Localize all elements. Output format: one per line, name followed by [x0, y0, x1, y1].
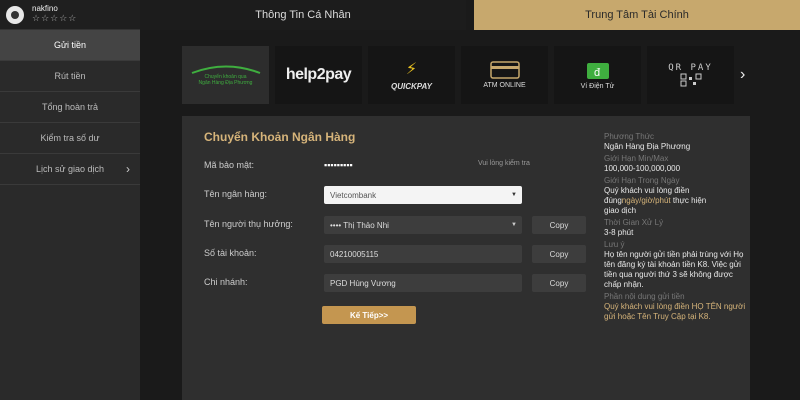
daily-limit-key: Giới Hạn Trong Ngày [604, 176, 680, 185]
daily-limit-line1: Quý khách vui lòng điền [604, 186, 690, 195]
rating-stars: ☆☆☆☆☆ [32, 13, 78, 23]
method-label: ATM ONLINE [483, 82, 526, 89]
method-local-bank[interactable]: Chuyển khoản qua Ngân Hàng Địa Phương [182, 46, 269, 104]
sidebar-item-label: Kiểm tra số dư [40, 133, 100, 143]
user-box: nakfino ☆☆☆☆☆ [0, 0, 140, 30]
method-atm-online[interactable]: ATM ONLINE [461, 46, 548, 104]
sidebar-item-history[interactable]: Lịch sử giao dịch › [0, 154, 140, 185]
avatar[interactable] [6, 5, 24, 24]
svg-text:đ: đ [594, 67, 601, 79]
sidebar: nakfino ☆☆☆☆☆ Gửi tiền Rút tiền Tổng hoà… [0, 0, 140, 400]
sidebar-item-withdraw[interactable]: Rút tiền [0, 61, 140, 92]
daily-limit-part-a: đúng [604, 196, 622, 205]
account-number-field[interactable]: 04210005115 [324, 245, 522, 263]
security-code-hint: Vui lòng kiểm tra [478, 160, 530, 167]
copy-branch-button[interactable]: Copy [532, 274, 586, 292]
username: nakfino [32, 4, 58, 13]
chevron-right-icon: › [126, 162, 130, 176]
method-label: QUICKPAY [390, 82, 433, 91]
limit-key: Giới Hạn Min/Max [604, 154, 669, 163]
chevron-down-icon: ▼ [511, 192, 517, 198]
content-value: Quý khách vui lòng điền HỌ TÊN người gửi… [604, 302, 746, 321]
beneficiary-label: Tên người thụ hưởng: [204, 219, 293, 229]
bank-name-label: Tên ngân hàng: [204, 189, 268, 199]
method-line2: Ngân Hàng Địa Phương [198, 80, 253, 86]
branch-field[interactable]: PGD Hùng Vương [324, 274, 522, 292]
qr-code-icon [680, 73, 701, 87]
beneficiary-value: •••• Thị Thảo Nhi [330, 220, 389, 230]
method-help2pay[interactable]: help2pay [275, 46, 362, 104]
account-number-value: 04210005115 [330, 249, 379, 259]
daily-limit-highlight: ngày/giờ/phút [621, 196, 671, 205]
sidebar-item-rebate[interactable]: Tổng hoàn trả [0, 92, 140, 123]
wallet-icon: đ [586, 63, 609, 79]
qr-pay-logo: QR PAY [668, 63, 713, 73]
security-code-value: ▪▪▪▪▪▪▪▪▪ [324, 160, 353, 170]
sidebar-item-label: Lịch sử giao dịch [35, 164, 105, 174]
daily-limit-part-c: thực hiện [670, 196, 707, 205]
method-qr-pay[interactable]: QR PAY [647, 46, 734, 104]
content-key: Phần nội dung gửi tiền [604, 292, 685, 301]
bank-name-value: Vietcombank [330, 190, 377, 200]
method-quickpay[interactable]: ⚡ QUICKPAY [368, 46, 455, 104]
daily-limit-line2: đúngngày/giờ/phút thực hiện [604, 196, 750, 206]
beneficiary-select[interactable]: •••• Thị Thảo Nhi ▼ [324, 216, 522, 234]
payment-methods: Chuyển khoản qua Ngân Hàng Địa Phương he… [182, 46, 756, 104]
chevron-down-icon: ▼ [511, 222, 517, 228]
note-value: Họ tên người gửi tiền phải trùng với Họ … [604, 250, 744, 289]
next-button[interactable]: Kế Tiếp>> [322, 306, 416, 324]
deposit-form-panel: Chuyển Khoản Ngân Hàng Mã bảo mật: ▪▪▪▪▪… [182, 116, 750, 400]
form-title: Chuyển Khoản Ngân Hàng [204, 130, 356, 144]
branch-label: Chi nhánh: [204, 277, 248, 287]
method-e-wallet[interactable]: đ Ví Điện Tử [554, 46, 641, 104]
method-label: Ví Điện Tử [580, 83, 615, 90]
copy-beneficiary-button[interactable]: Copy [532, 216, 586, 234]
tab-finance-center[interactable]: Trung Tâm Tài Chính [474, 0, 800, 30]
user-info: nakfino ☆☆☆☆☆ [32, 4, 77, 23]
security-code-label: Mã bảo mật: [204, 160, 255, 170]
limit-value: 100,000-100,000,000 [604, 164, 681, 173]
copy-account-button[interactable]: Copy [532, 245, 586, 263]
processing-key: Thời Gian Xử Lý [604, 218, 664, 227]
sidebar-item-balance[interactable]: Kiểm tra số dư [0, 123, 140, 154]
bank-arc-icon [191, 65, 260, 74]
daily-limit-line3: giao dịch [604, 206, 637, 215]
avatar-icon [11, 10, 19, 19]
method-value: Ngân Hàng Địa Phương [604, 142, 691, 151]
sidebar-item-deposit[interactable]: Gửi tiền [0, 30, 140, 61]
branch-value: PGD Hùng Vương [330, 278, 396, 288]
info-column: Phương Thức Ngân Hàng Địa Phương Giới Hạ… [604, 132, 750, 322]
card-icon [489, 61, 520, 79]
processing-value: 3-8 phút [604, 228, 634, 237]
tab-personal-info[interactable]: Thông Tin Cá Nhân [140, 0, 466, 30]
sidebar-item-label: Gửi tiền [53, 40, 87, 50]
method-key: Phương Thức [604, 132, 655, 141]
bank-name-select[interactable]: Vietcombank ▼ [324, 186, 522, 204]
help2pay-logo: help2pay [285, 66, 352, 83]
sidebar-item-label: Tổng hoàn trả [41, 102, 99, 112]
note-key: Lưu ý [604, 240, 625, 249]
top-tabs: Thông Tin Cá Nhân Trung Tâm Tài Chính [140, 0, 800, 30]
methods-next-arrow-icon[interactable]: › [740, 66, 745, 84]
account-number-label: Số tài khoản: [204, 248, 257, 258]
sidebar-item-label: Rút tiền [54, 71, 86, 81]
lightning-icon: ⚡ [405, 61, 418, 78]
